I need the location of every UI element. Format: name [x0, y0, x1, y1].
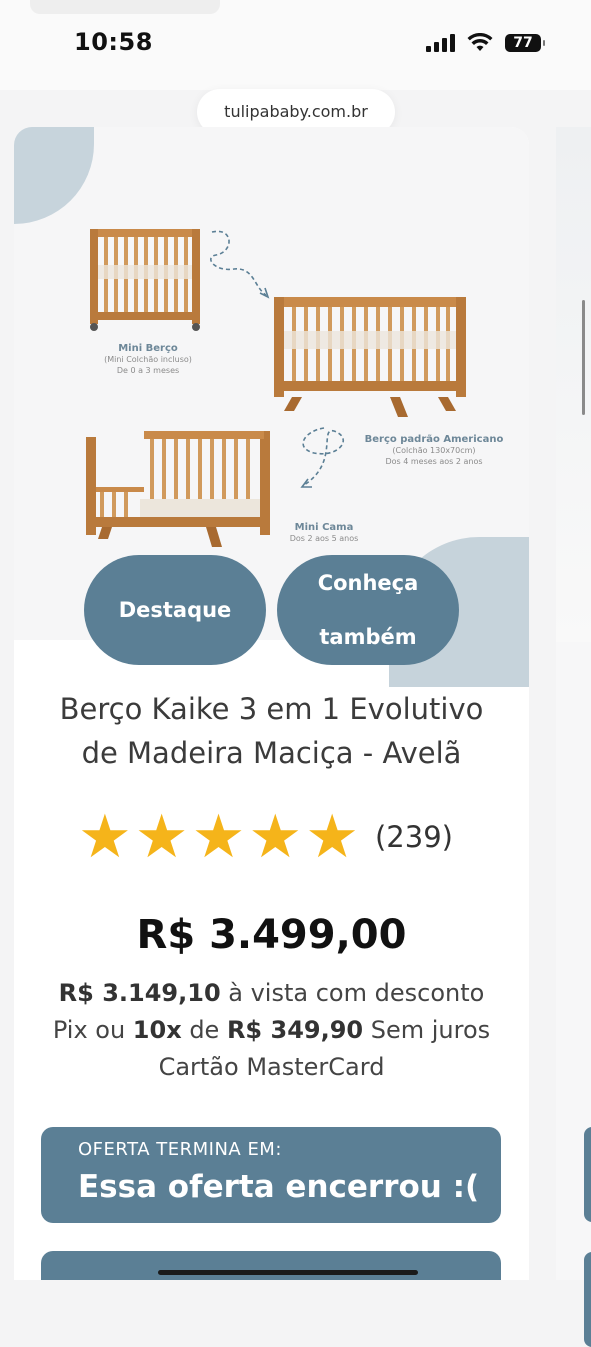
caption-mini-berco: Mini Berço (Mini Colchão incluso) De 0 a…: [104, 343, 192, 375]
arrow-icon: [210, 230, 270, 299]
star-icon: ★: [248, 802, 303, 872]
product-price: R$ 3.499,00: [136, 912, 407, 958]
badge-line: Conheça: [317, 571, 419, 595]
next-section-box[interactable]: [41, 1251, 501, 1280]
caption-mini-cama: Mini Cama Dos 2 aos 5 anos: [289, 522, 359, 543]
badge-destaque[interactable]: Destaque: [84, 555, 266, 665]
decorative-blob: [14, 127, 94, 224]
offer-countdown: OFERTA TERMINA EM: Essa oferta encerrou …: [41, 1127, 501, 1223]
offer-label: OFERTA TERMINA EM:: [78, 1139, 282, 1160]
home-indicator[interactable]: [158, 1270, 418, 1275]
caption-berco-padrao: Berço padrão Americano (Colchão 130x70cm…: [364, 434, 504, 466]
battery-icon: 77: [505, 34, 545, 52]
wifi-icon: [467, 33, 493, 51]
star-icon: ★: [134, 802, 189, 872]
product-rating[interactable]: ★ ★ ★ ★ ★ (239): [78, 804, 453, 870]
payment-info: R$ 3.149,10 à vista com desconto Pix ou …: [52, 979, 491, 1081]
standard-crib-illustration: [274, 297, 466, 417]
status-time: 10:58: [74, 28, 153, 56]
star-icon: ★: [305, 802, 359, 872]
arrow-icon: [300, 427, 345, 488]
installment-value: R$ 349,90: [226, 1016, 364, 1044]
installments-count: 10x: [132, 1016, 182, 1044]
mini-bed-illustration: [86, 431, 270, 547]
top-shadow: [30, 0, 220, 14]
signal-icon: [426, 34, 455, 52]
scroll-indicator: [582, 300, 585, 415]
mini-crib-illustration: [90, 229, 200, 331]
badge-line: também: [319, 625, 417, 649]
product-image[interactable]: Mini Berço (Mini Colchão incluso) De 0 a…: [14, 127, 529, 687]
rating-count: (239): [374, 820, 453, 854]
cash-price: R$ 3.149,10: [58, 979, 221, 1007]
offer-status: Essa oferta encerrou :(: [78, 1169, 480, 1205]
star-icon: ★: [191, 802, 246, 872]
star-icon: ★: [78, 802, 132, 872]
badge-conheca-tambem[interactable]: Conheça também: [277, 555, 459, 665]
next-product-card-peek[interactable]: [556, 127, 591, 1347]
product-title[interactable]: Berço Kaike 3 em 1 Evolutivo de Madeira …: [34, 687, 509, 775]
rating-stars: ★ ★ ★ ★ ★: [78, 804, 359, 870]
status-bar: 10:58 77: [0, 0, 591, 90]
status-icons: 77: [426, 33, 545, 53]
product-card: Mini Berço (Mini Colchão incluso) De 0 a…: [14, 127, 529, 1280]
